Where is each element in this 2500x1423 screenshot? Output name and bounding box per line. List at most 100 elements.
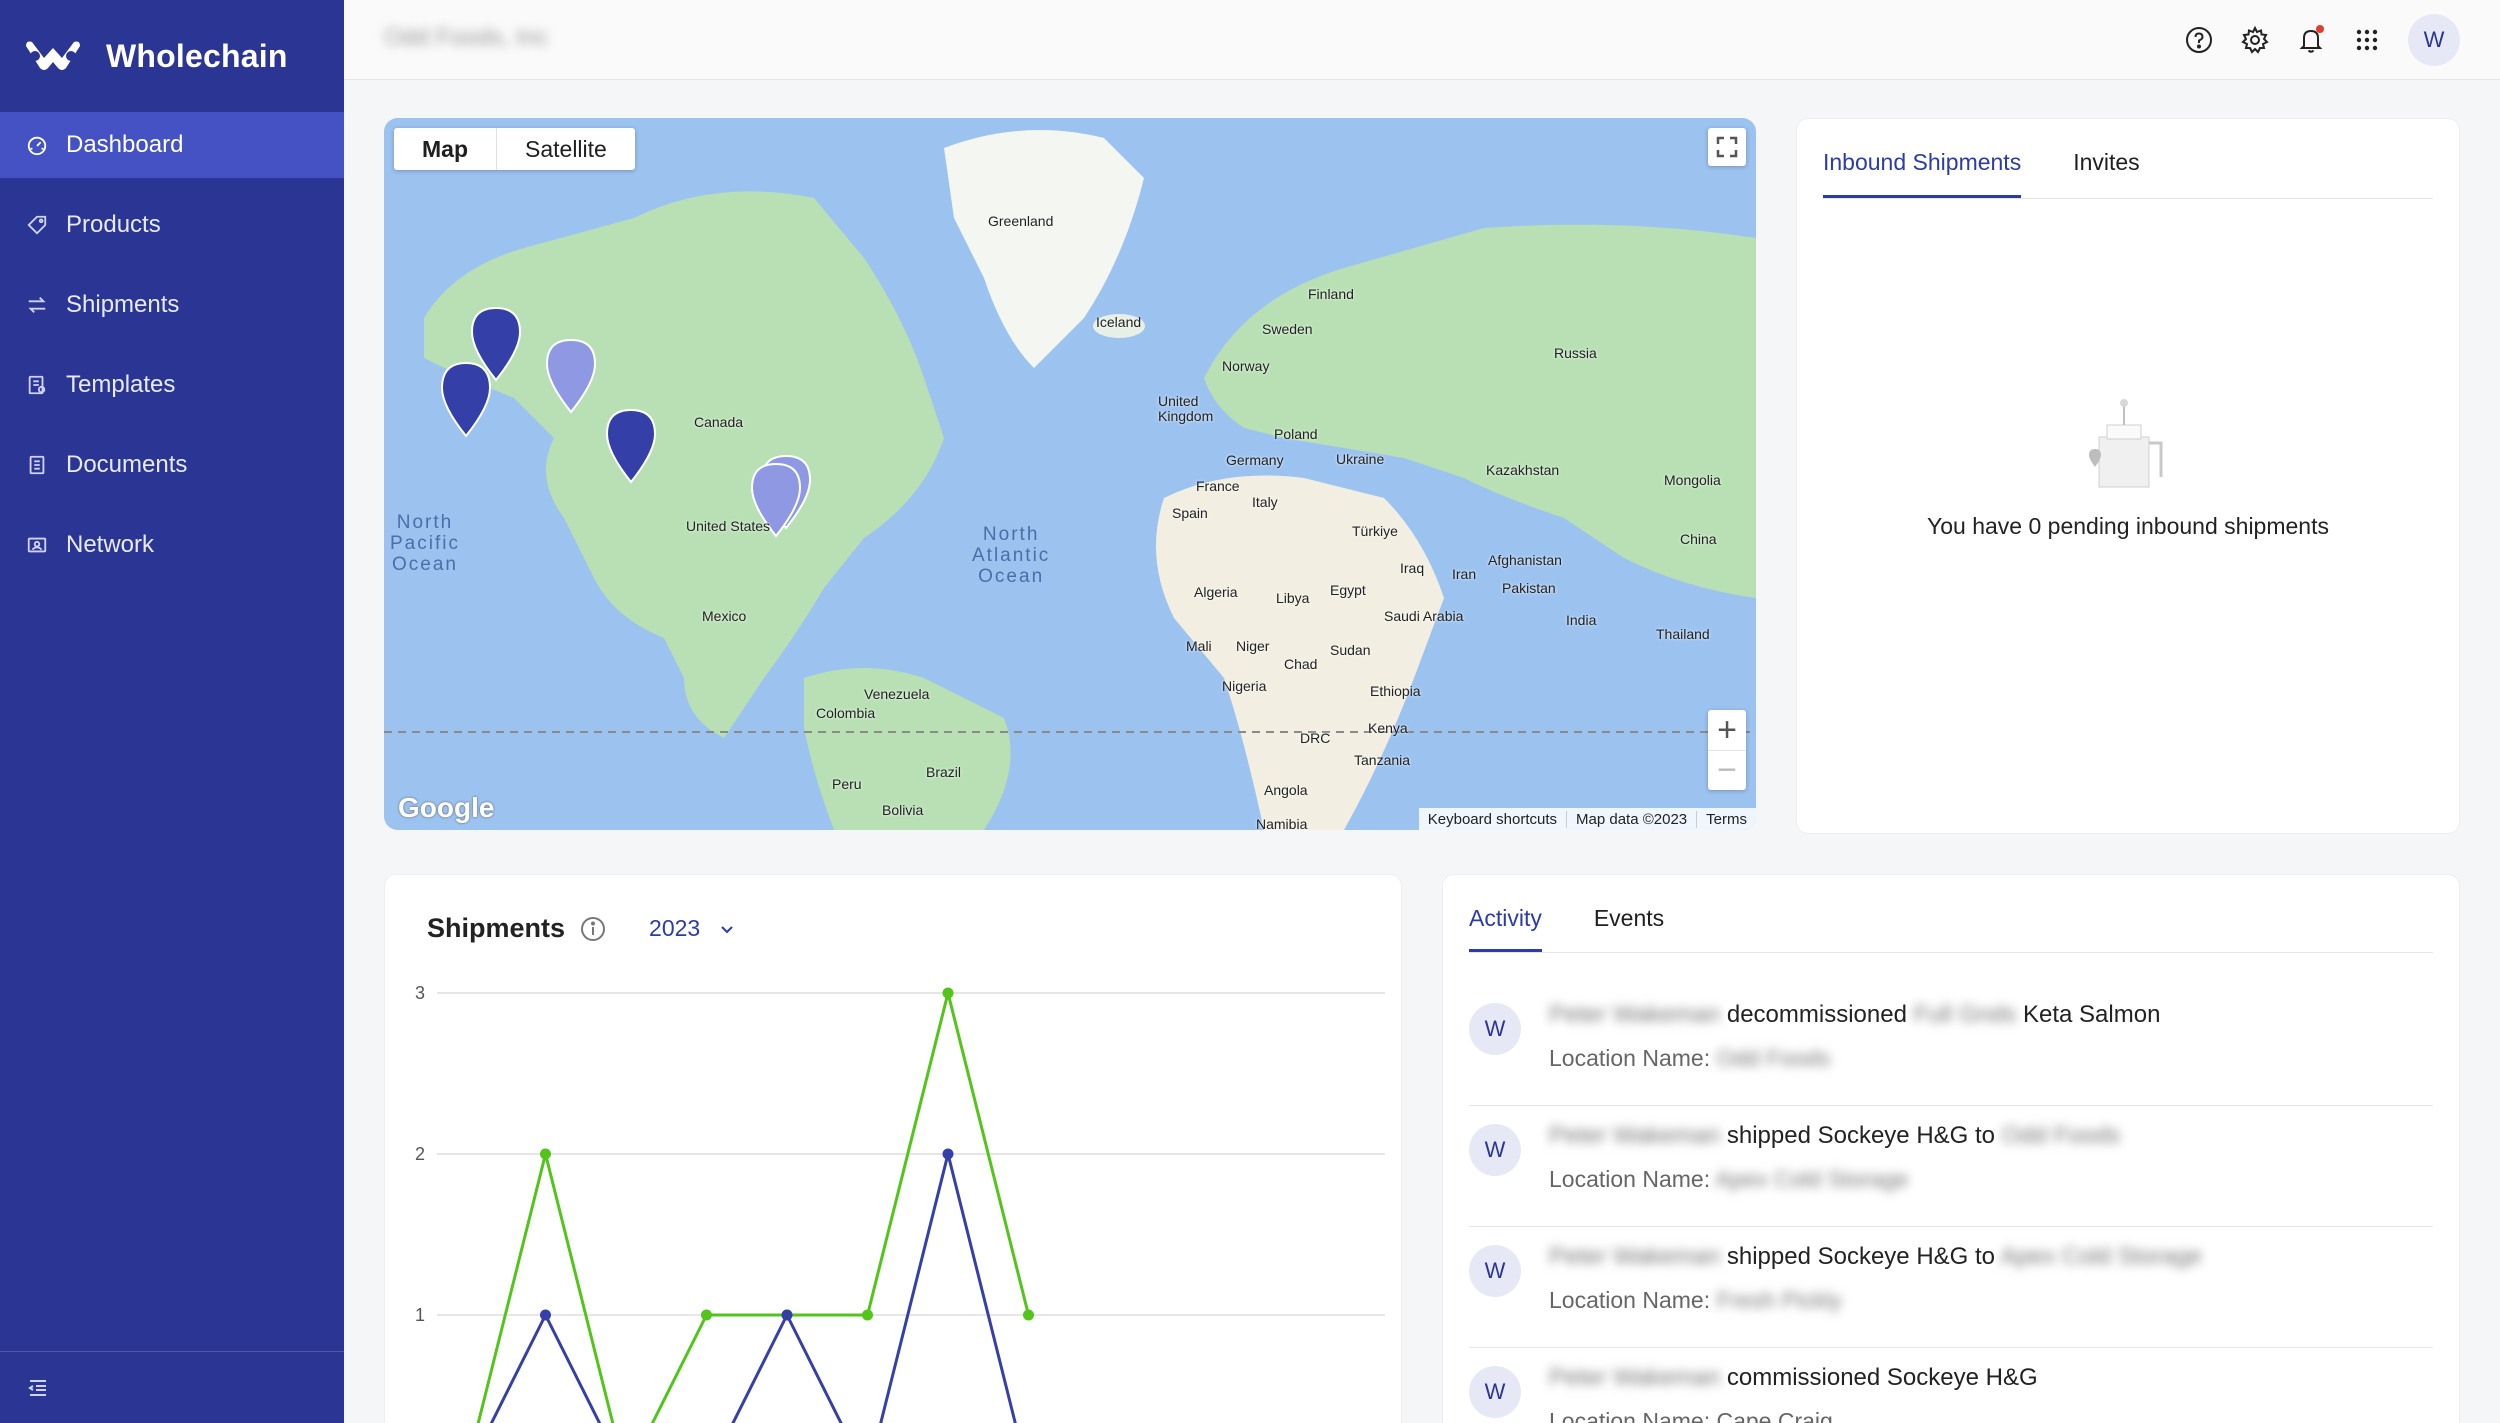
- map-label: Angola: [1264, 782, 1308, 798]
- map-label: Iceland: [1096, 314, 1142, 330]
- activity-item[interactable]: W Peter Wakeman decommissioned Full Gnds…: [1469, 985, 2433, 1106]
- map-label: Kenya: [1368, 720, 1408, 736]
- map-label: Germany: [1226, 452, 1284, 468]
- activity-user: Peter Wakeman: [1549, 1122, 1721, 1149]
- map-view-button[interactable]: Map: [394, 128, 496, 170]
- map-label: Italy: [1252, 494, 1278, 510]
- tab-invites[interactable]: Invites: [2073, 119, 2139, 198]
- activity-text: Peter Wakeman shipped Sockeye H&G to Odd…: [1549, 1122, 2120, 1150]
- inbound-shipments-card: Inbound Shipments Invites You have 0 pen…: [1796, 118, 2460, 834]
- user-avatar[interactable]: W: [2408, 14, 2460, 66]
- map-attribution: Keyboard shortcuts Map data ©2023 Terms: [1418, 808, 1756, 830]
- settings-button[interactable]: [2240, 25, 2270, 55]
- map-label: Afghanistan: [1488, 552, 1562, 568]
- data-point: [540, 1148, 551, 1160]
- location-label: Location Name:: [1549, 1045, 1711, 1071]
- y-tick-label: 2: [415, 1144, 425, 1164]
- sidebar-item-templates[interactable]: Templates: [0, 352, 344, 418]
- location-value: Cape Craig: [1716, 1408, 1833, 1423]
- notifications-button[interactable]: [2296, 25, 2326, 55]
- map-label: Iran: [1452, 566, 1477, 582]
- map-label: United States: [686, 518, 771, 534]
- notification-dot: [2316, 25, 2324, 33]
- zoom-in-button[interactable]: +: [1708, 710, 1746, 750]
- sidebar-item-label: Templates: [66, 371, 176, 398]
- keyboard-shortcuts-link[interactable]: Keyboard shortcuts: [1419, 811, 1566, 828]
- tab-inbound-shipments[interactable]: Inbound Shipments: [1823, 119, 2022, 198]
- template-icon: [26, 374, 48, 396]
- data-point: [540, 1309, 551, 1321]
- sidebar-item-label: Network: [66, 531, 155, 558]
- sidebar-item-dashboard[interactable]: Dashboard: [0, 112, 344, 178]
- map-data-text: Map data ©2023: [1566, 810, 1696, 828]
- sidebar-item-label: Documents: [66, 451, 188, 478]
- map-label: Colombia: [816, 705, 876, 721]
- sidebar-item-documents[interactable]: Documents: [0, 432, 344, 498]
- activity-text: Peter Wakeman commissioned Sockeye H&G: [1549, 1364, 2038, 1392]
- help-button[interactable]: [2184, 25, 2214, 55]
- activity-item[interactable]: W Peter Wakeman shipped Sockeye H&G to O…: [1469, 1106, 2433, 1227]
- map-label: Venezuela: [864, 686, 930, 702]
- map-label: Thailand: [1656, 626, 1710, 642]
- tab-events[interactable]: Events: [1594, 875, 1664, 952]
- apps-button[interactable]: [2352, 25, 2382, 55]
- data-point: [781, 1309, 793, 1321]
- activity-location: Location Name: Fresh Pickly: [1549, 1287, 1842, 1314]
- map-label: Russia: [1554, 345, 1597, 361]
- sidebar: Wholechain Dashboard Products Shipments …: [0, 0, 344, 1423]
- map-label: Libya: [1276, 590, 1310, 606]
- map-label: Algeria: [1194, 584, 1238, 600]
- activity-object-blurred: Odd Foods: [2001, 1122, 2121, 1149]
- help-icon: [2186, 27, 2212, 53]
- activity-item[interactable]: W Peter Wakeman shipped Sockeye H&G to A…: [1469, 1227, 2433, 1348]
- map-label: Sudan: [1330, 642, 1371, 658]
- zoom-out-button[interactable]: −: [1708, 750, 1746, 790]
- shipment-map[interactable]: North Pacific Ocean North Atlantic Ocean…: [384, 118, 1756, 830]
- map-label: Niger: [1236, 638, 1270, 654]
- activity-location: Location Name: Cape Craig: [1549, 1408, 1833, 1423]
- map-label: China: [1680, 531, 1717, 547]
- sidebar-item-network[interactable]: Network: [0, 512, 344, 578]
- map-type-toggle: Map Satellite: [394, 128, 635, 170]
- sidebar-nav: Dashboard Products Shipments Templates D…: [0, 112, 344, 578]
- sidebar-collapse-button[interactable]: [0, 1351, 344, 1423]
- document-icon: [26, 454, 48, 476]
- activity-tabs: Activity Events: [1469, 875, 2433, 953]
- avatar: W: [1469, 1124, 1521, 1176]
- data-point: [862, 1309, 873, 1321]
- fullscreen-button[interactable]: [1708, 128, 1746, 166]
- collapse-menu-icon: [28, 1379, 46, 1396]
- map-label: Mexico: [702, 608, 747, 624]
- map-label: Ukraine: [1336, 451, 1385, 467]
- map-label: Bolivia: [882, 802, 924, 818]
- inbound-tabs: Inbound Shipments Invites: [1823, 119, 2433, 199]
- map-label: Spain: [1172, 505, 1208, 521]
- empty-shipments-illustration: [2089, 399, 2163, 488]
- data-point: [1023, 1309, 1034, 1321]
- location-value: Odd Foods: [1716, 1045, 1831, 1071]
- satellite-view-button[interactable]: Satellite: [496, 128, 635, 170]
- fullscreen-icon: [1716, 136, 1738, 158]
- y-tick-label: 3: [415, 983, 425, 1003]
- activity-list: W Peter Wakeman decommissioned Full Gnds…: [1469, 985, 2433, 1423]
- sidebar-item-products[interactable]: Products: [0, 192, 344, 258]
- map-label: Mali: [1186, 638, 1212, 654]
- organization-name: Odd Foods, Inc: [384, 24, 549, 51]
- data-point: [701, 1309, 712, 1321]
- sidebar-item-label: Shipments: [66, 291, 180, 318]
- activity-location: Location Name: Odd Foods: [1549, 1045, 1830, 1072]
- transfer-icon: [26, 294, 48, 316]
- empty-state-text: You have 0 pending inbound shipments: [1927, 513, 2329, 539]
- brand-name: Wholechain: [106, 37, 288, 74]
- map-label: Tanzania: [1354, 752, 1411, 768]
- terms-link[interactable]: Terms: [1696, 810, 1756, 828]
- brand[interactable]: Wholechain: [0, 0, 344, 112]
- location-value: Apex Cold Storage: [1715, 1166, 1909, 1192]
- map-label: Sweden: [1262, 321, 1313, 337]
- tab-activity[interactable]: Activity: [1469, 875, 1542, 952]
- activity-item[interactable]: W Peter Wakeman commissioned Sockeye H&G…: [1469, 1348, 2433, 1423]
- activity-card: Activity Events W Peter Wakeman decommis…: [1442, 874, 2460, 1423]
- map-label: United Kingdom: [1158, 393, 1214, 424]
- avatar: W: [1469, 1366, 1521, 1418]
- sidebar-item-shipments[interactable]: Shipments: [0, 272, 344, 338]
